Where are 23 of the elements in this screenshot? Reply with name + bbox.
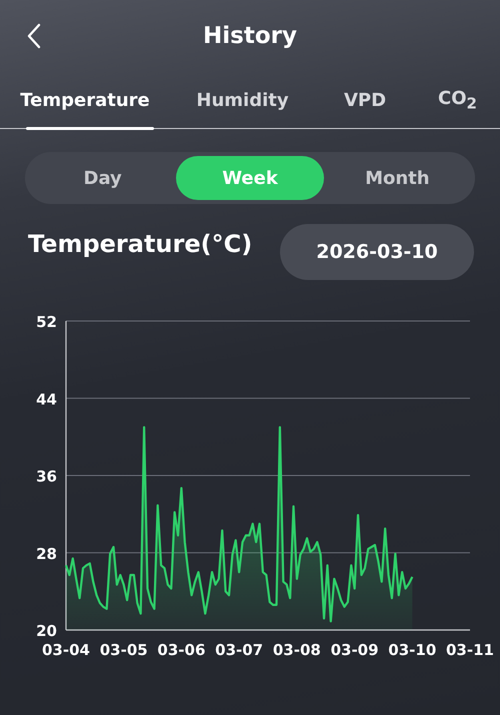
y-tick-label: 28 — [36, 544, 57, 563]
back-icon[interactable] — [27, 23, 41, 49]
x-tick-label: 03-11 — [446, 641, 494, 659]
y-tick-label: 20 — [36, 622, 57, 640]
tab[interactable]: VPD — [315, 72, 415, 128]
x-tick-label: 03-10 — [388, 641, 436, 659]
range-option[interactable]: Month — [324, 156, 471, 200]
tab[interactable]: Temperature — [0, 72, 170, 128]
y-tick-label: 52 — [36, 313, 57, 331]
x-tick-label: 03-04 — [42, 641, 90, 659]
x-tick-label: 03-05 — [100, 641, 148, 659]
tab[interactable]: CO$_{2}$ — [415, 72, 500, 128]
page-title: History — [203, 23, 297, 49]
y-tick-label: 44 — [36, 390, 57, 408]
x-tick-label: 03-07 — [215, 641, 264, 659]
x-tick-label: 03-09 — [330, 641, 379, 659]
tab[interactable]: Humidity — [170, 72, 315, 128]
y-tick-label: 36 — [36, 468, 57, 486]
range-option[interactable]: Day — [29, 156, 176, 200]
chart-title: Temperature(°C) — [28, 229, 254, 260]
date-button[interactable]: 2026-03-10 — [280, 224, 474, 280]
x-tick-label: 03-08 — [272, 641, 321, 659]
x-tick-label: 03-06 — [157, 641, 206, 659]
